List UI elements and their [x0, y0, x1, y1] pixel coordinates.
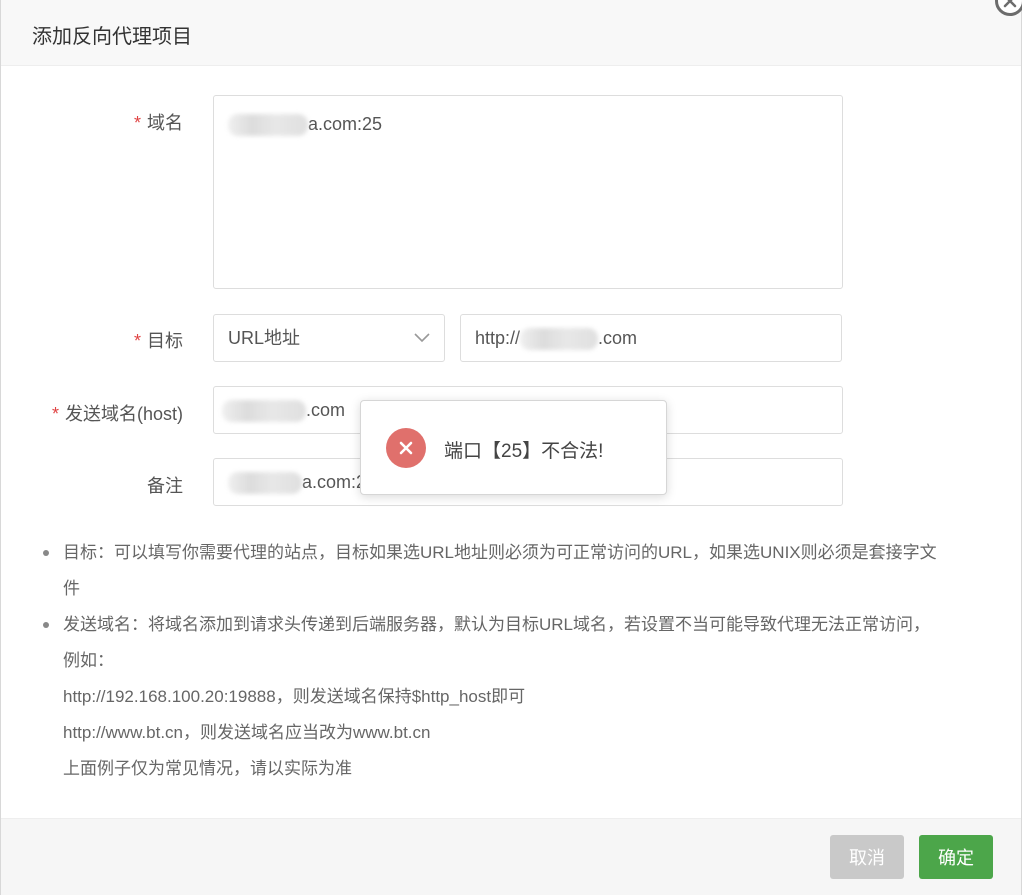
dialog-footer: 取消 确定	[1, 818, 1021, 895]
chevron-down-icon	[414, 333, 430, 343]
remark-label: 备注	[3, 472, 183, 498]
note-host: 发送域名：将域名添加到请求头传递到后端服务器，默认为目标URL域名，若设置不当可…	[43, 607, 1003, 787]
target-type-select[interactable]: URL地址	[213, 314, 445, 362]
reverse-proxy-dialog: 添加反向代理项目 * 域名 a.com:25 * 目标 URL地址 http://.…	[0, 0, 1022, 895]
dialog-title: 添加反向代理项目	[32, 26, 192, 48]
target-url-suffix: .com	[598, 328, 638, 348]
note-line: 例如：	[63, 651, 114, 670]
note-line: 上面例子仅为常见情况，请以实际为准	[63, 759, 352, 778]
redacted-text	[222, 400, 306, 423]
host-value: .com	[306, 400, 346, 420]
help-notes: 目标：可以填写你需要代理的站点，目标如果选URL地址则必须为可正常访问的URL，…	[43, 535, 1003, 787]
note-line: http://www.bt.cn，则发送域名应当改为www.bt.cn	[63, 723, 431, 742]
error-icon	[386, 428, 426, 468]
redacted-text	[228, 114, 308, 137]
required-mark: *	[133, 113, 141, 133]
domain-textarea[interactable]: a.com:25	[213, 95, 843, 289]
cancel-button[interactable]: 取消	[830, 835, 904, 879]
note-line: 目标：可以填写你需要代理的站点，目标如果选URL地址则必须为可正常访问的URL，…	[63, 543, 937, 562]
host-label: * 发送域名(host)	[3, 400, 183, 426]
domain-value: a.com:25	[308, 114, 383, 134]
required-mark: *	[51, 404, 59, 424]
domain-label-text: 域名	[147, 113, 183, 133]
redacted-text	[520, 328, 599, 351]
error-toast: 端口【25】不合法!	[360, 400, 667, 495]
target-label-text: 目标	[147, 331, 183, 351]
note-target: 目标：可以填写你需要代理的站点，目标如果选URL地址则必须为可正常访问的URL，…	[43, 535, 1003, 607]
redacted-text	[228, 472, 302, 495]
note-line: 发送域名：将域名添加到请求头传递到后端服务器，默认为目标URL域名，若设置不当可…	[63, 615, 931, 634]
note-line: http://192.168.100.20:19888，则发送域名保持$http…	[63, 687, 526, 706]
remark-label-text: 备注	[147, 476, 183, 496]
remark-value: a.com:2	[302, 472, 367, 492]
note-line: 件	[63, 579, 80, 598]
required-mark: *	[133, 331, 141, 351]
error-message: 端口【25】不合法!	[444, 441, 604, 462]
target-url-prefix: http://	[475, 328, 521, 348]
dialog-header: 添加反向代理项目	[1, 0, 1021, 66]
target-type-value: URL地址	[228, 328, 301, 348]
confirm-button[interactable]: 确定	[919, 835, 993, 879]
target-url-input[interactable]: http:// .com	[460, 314, 842, 362]
host-label-text: 发送域名(host)	[64, 404, 183, 424]
target-label: * 目标	[3, 327, 183, 353]
domain-label: * 域名	[3, 109, 183, 135]
